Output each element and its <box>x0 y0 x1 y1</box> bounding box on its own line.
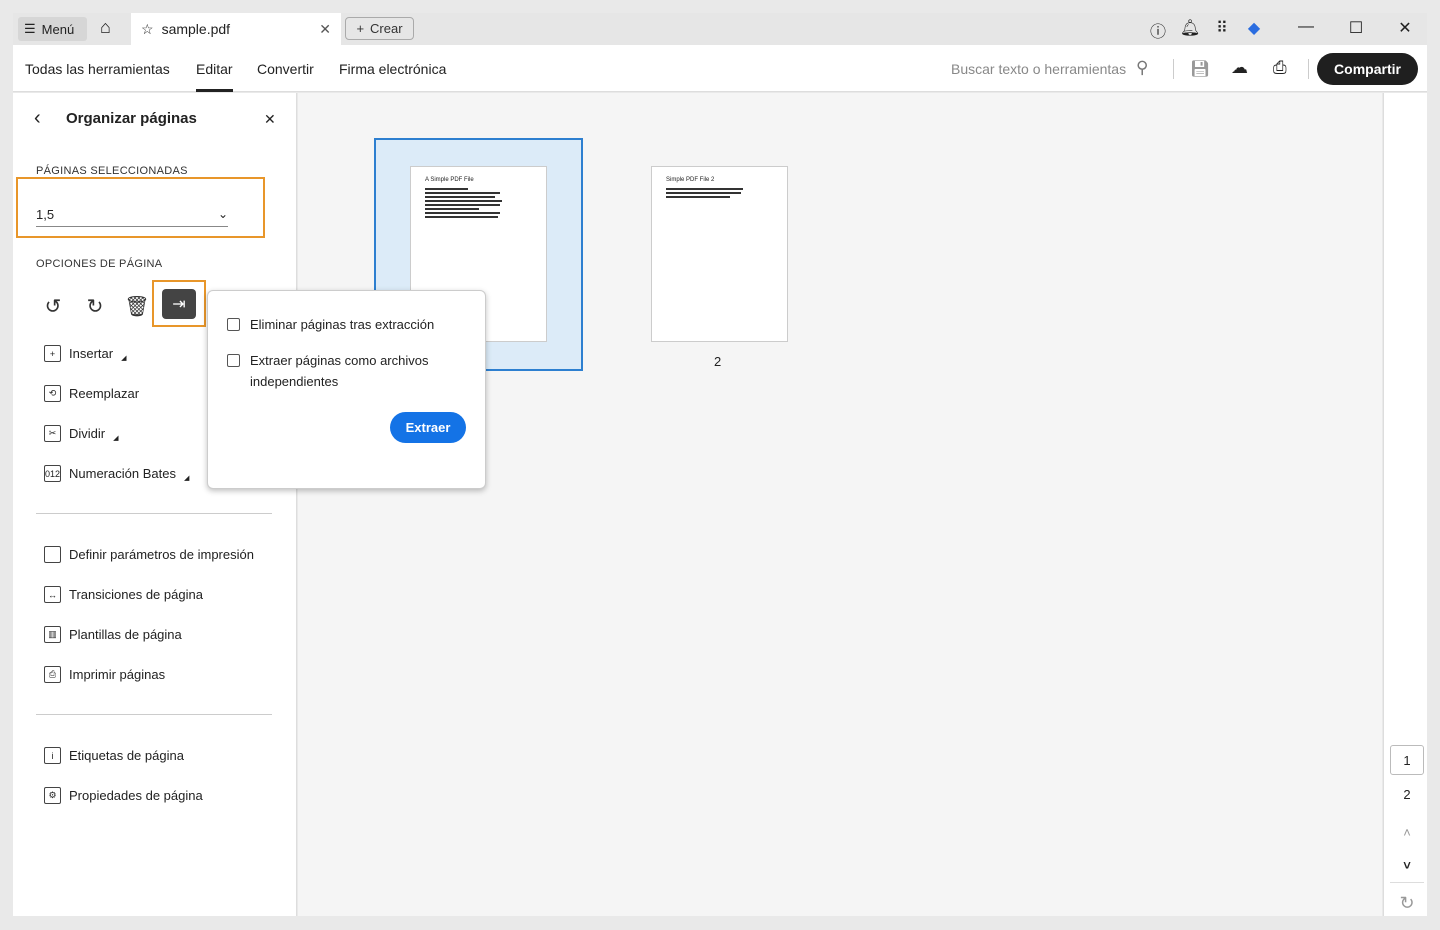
label-icon: i <box>44 747 61 764</box>
close-tab-icon[interactable]: ✕ <box>319 21 331 38</box>
extract-icon: ⇥ <box>172 296 186 313</box>
separate-files-checkbox[interactable]: Extraer páginas como archivos independie… <box>227 350 467 392</box>
delete-after-extract-checkbox[interactable]: Eliminar páginas tras extracción <box>227 314 434 335</box>
print-settings-icon <box>44 546 61 563</box>
home-icon[interactable]: ⌂ <box>100 17 122 41</box>
menu-button[interactable]: ☰ Menú <box>18 17 87 41</box>
chevron-up-icon[interactable]: ˄ <box>1390 817 1424 847</box>
maximize-icon[interactable]: ☐ <box>1345 18 1367 38</box>
item-label: Imprimir páginas <box>69 667 166 682</box>
bates-item[interactable]: 012 Numeración Bates ◢ <box>44 465 189 482</box>
page-nav-1[interactable]: 1 <box>1390 745 1424 775</box>
menu-label: Menú <box>41 21 75 37</box>
back-icon[interactable]: ‹ <box>34 107 41 130</box>
replace-item[interactable]: ⟲ Reemplazar <box>44 385 139 402</box>
delete-icon[interactable]: 🗑︎ <box>121 290 153 322</box>
printer-icon: ⎙ <box>44 666 61 683</box>
transitions-item[interactable]: ↔ Transiciones de página <box>44 586 203 603</box>
item-label: Dividir <box>69 426 106 441</box>
rotate-left-icon[interactable]: ↺ <box>37 290 69 322</box>
item-label: Plantillas de página <box>69 627 182 642</box>
divider <box>36 714 272 715</box>
cloud-upload-icon[interactable]: ☁︎ <box>1231 58 1248 78</box>
panel-title: Organizar páginas <box>66 110 197 127</box>
selected-pages-dropdown[interactable]: 1,5 ⌄ <box>36 202 228 227</box>
submenu-icon: ◢ <box>121 355 127 362</box>
chevron-down-icon: ⌄ <box>217 207 228 221</box>
checkbox[interactable] <box>227 318 240 331</box>
item-label: Transiciones de página <box>69 587 203 602</box>
share-button[interactable]: Compartir <box>1317 53 1418 85</box>
rotate-right-icon[interactable]: ↻ <box>79 290 111 322</box>
page-title: Simple PDF File 2 <box>666 177 715 183</box>
item-label: Reemplazar <box>69 386 140 401</box>
chevron-down-icon[interactable]: ˅ <box>1390 850 1424 880</box>
refresh-icon[interactable]: ↻ <box>1390 888 1424 918</box>
save-icon[interactable]: 💾︎ <box>1190 59 1210 79</box>
transition-icon: ↔ <box>44 586 61 603</box>
tab-all-tools[interactable]: Todas las herramientas <box>25 61 170 77</box>
page-number-label: 2 <box>714 354 722 369</box>
divider <box>1390 882 1424 883</box>
search-icon[interactable]: ⚲ <box>1136 58 1148 78</box>
minimize-icon[interactable]: — <box>1295 18 1317 36</box>
item-label: Definir parámetros de impresión <box>69 547 254 562</box>
templates-item[interactable]: ▥ Plantillas de página <box>44 626 182 643</box>
document-tab[interactable]: ☆ sample.pdf ✕ <box>131 13 341 45</box>
submenu-icon: ◢ <box>183 475 190 482</box>
page-title: A Simple PDF File <box>425 177 474 183</box>
replace-page-icon: ⟲ <box>44 385 61 402</box>
selected-pages-value: 1,5 <box>36 206 55 222</box>
insert-page-icon: + <box>44 345 61 362</box>
star-icon[interactable]: ☆ <box>141 21 154 38</box>
checkbox-label: Eliminar páginas tras extracción <box>250 317 435 332</box>
tab-e-sign[interactable]: Firma electrónica <box>339 61 446 77</box>
checkbox[interactable] <box>227 354 240 367</box>
tab-convert[interactable]: Convertir <box>257 61 314 77</box>
window-close-icon[interactable]: ✕ <box>1394 18 1416 38</box>
page-properties-item[interactable]: ⚙ Propiedades de página <box>44 787 203 804</box>
insert-item[interactable]: + Insertar ◢ <box>44 345 126 362</box>
item-label: Propiedades de página <box>69 788 203 803</box>
page-labels-item[interactable]: i Etiquetas de página <box>44 747 184 764</box>
bell-icon[interactable]: 🔔︎ <box>1179 18 1201 38</box>
split-item[interactable]: ✂ Dividir ◢ <box>44 425 119 442</box>
create-button[interactable]: + Crear <box>345 17 414 40</box>
print-pages-item[interactable]: ⎙ Imprimir páginas <box>44 666 165 683</box>
submenu-icon: ◢ <box>113 435 119 442</box>
checkbox-label: Extraer páginas como archivos independie… <box>250 353 429 389</box>
selected-pages-label: PÁGINAS SELECCIONADAS <box>36 165 188 177</box>
close-panel-icon[interactable]: ✕ <box>264 111 276 128</box>
divider <box>1308 59 1309 79</box>
bates-icon: 012 <box>44 465 61 482</box>
create-label: Crear <box>370 21 403 36</box>
item-label: Insertar <box>69 346 114 361</box>
hamburger-icon: ☰ <box>24 21 36 36</box>
apps-grid-icon[interactable]: ⠿ <box>1211 18 1233 38</box>
active-tab-indicator <box>196 89 233 92</box>
plus-icon: + <box>356 21 365 36</box>
tab-edit[interactable]: Editar <box>196 61 233 77</box>
search-input[interactable]: Buscar texto o herramientas <box>951 61 1126 77</box>
page-nav-2[interactable]: 2 <box>1390 779 1424 809</box>
properties-icon: ⚙ <box>44 787 61 804</box>
print-icon[interactable]: ⎙ <box>1273 58 1287 78</box>
template-icon: ▥ <box>44 626 61 643</box>
help-icon[interactable]: ⓘ <box>1147 18 1169 42</box>
item-label: Numeración Bates <box>69 466 176 481</box>
divider <box>36 513 272 514</box>
page-2[interactable]: Simple PDF File 2 <box>651 166 788 342</box>
print-params-item[interactable]: Definir parámetros de impresión <box>44 546 254 563</box>
page-options-label: OPCIONES DE PÁGINA <box>36 258 163 270</box>
doc-tab-label: sample.pdf <box>161 21 231 37</box>
item-label: Etiquetas de página <box>69 748 184 763</box>
split-icon: ✂ <box>44 425 61 442</box>
extract-pages-button[interactable]: ⇥ <box>162 289 196 319</box>
ai-assistant-icon[interactable]: ◆ <box>1243 18 1265 38</box>
divider <box>1173 59 1174 79</box>
extract-button[interactable]: Extraer <box>390 412 466 443</box>
